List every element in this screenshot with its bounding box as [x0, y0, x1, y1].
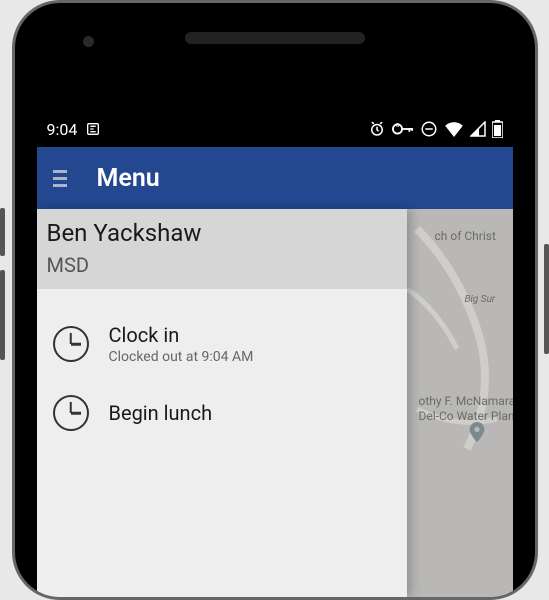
earpiece-speaker: [185, 32, 365, 44]
vpn-key-icon: G: [392, 122, 414, 136]
menu-list: Clock in Clocked out at 9:04 AM Begin lu…: [37, 289, 407, 447]
content-area: ch of Christ Big Sur othy F. McNamara De…: [37, 209, 513, 597]
map-label: Big Sur: [465, 294, 496, 305]
wifi-icon: [444, 121, 464, 137]
menu-item-clock-in[interactable]: Clock in Clocked out at 9:04 AM: [37, 309, 407, 379]
menu-item-begin-lunch[interactable]: Begin lunch: [37, 379, 407, 447]
clock-icon: [51, 324, 91, 364]
menu-item-title: Clock in: [109, 323, 254, 347]
hamburger-menu-icon[interactable]: [51, 162, 69, 195]
nav-drawer: Ben Yackshaw MSD Clock in Clocked out at…: [37, 209, 407, 597]
phone-frame: 9:04 G: [12, 0, 538, 600]
svg-text:G: G: [395, 123, 399, 129]
app-bar: Menu: [37, 147, 513, 209]
front-camera: [83, 36, 94, 47]
battery-icon: [492, 120, 503, 138]
drawer-header: Ben Yackshaw MSD: [37, 209, 407, 289]
phone-side-button: [0, 208, 5, 256]
menu-item-title: Begin lunch: [109, 401, 213, 425]
phone-bezel-top: [15, 3, 535, 73]
clock-icon: [51, 393, 91, 433]
map-label: othy F. McNamara: [419, 394, 513, 408]
phone-side-button: [0, 270, 5, 360]
status-bar: 9:04 G: [37, 111, 513, 147]
user-org: MSD: [47, 253, 397, 277]
user-name: Ben Yackshaw: [47, 219, 397, 247]
alarm-icon: [368, 120, 386, 138]
status-time: 9:04: [47, 120, 78, 139]
signal-icon: [470, 121, 486, 137]
app-notif-icon: [85, 121, 101, 137]
map-pin-icon: [469, 422, 485, 446]
dnd-icon: [420, 120, 438, 138]
phone-side-button: [544, 244, 549, 354]
menu-item-subtitle: Clocked out at 9:04 AM: [109, 349, 254, 365]
app-title: Menu: [97, 164, 160, 193]
map-label: ch of Christ: [435, 229, 496, 243]
map-label: Del-Co Water Plant: [419, 409, 513, 423]
screen: 9:04 G: [37, 111, 513, 597]
